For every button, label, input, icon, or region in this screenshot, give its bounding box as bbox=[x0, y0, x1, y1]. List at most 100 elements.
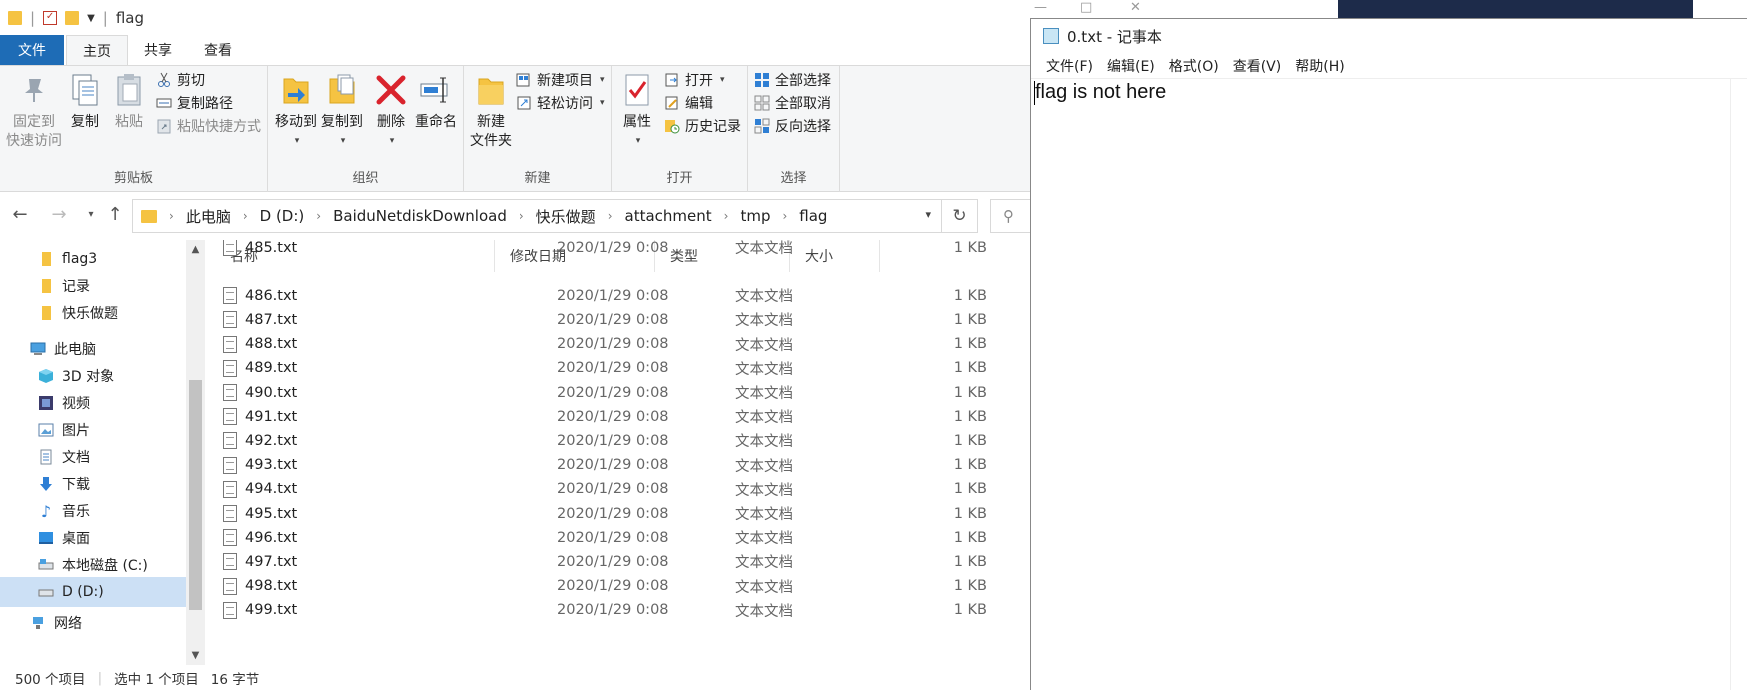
table-row[interactable]: 491.txt 2020/1/29 0:08 文本文档 1 KB bbox=[215, 403, 1030, 430]
nav-item-network[interactable]: 网络 bbox=[0, 612, 186, 634]
tab-view[interactable]: 查看 bbox=[188, 35, 248, 65]
nav-item-drive-d[interactable]: D (D:) bbox=[0, 577, 186, 607]
menu-help[interactable]: 帮助(H) bbox=[1288, 56, 1351, 76]
select-all-button[interactable]: 全部选择 bbox=[754, 70, 831, 90]
menu-format[interactable]: 格式(O) bbox=[1162, 56, 1226, 76]
scroll-up-icon[interactable]: ▲ bbox=[186, 244, 205, 255]
properties-button[interactable]: 属性 ▾ bbox=[616, 66, 658, 151]
copy-to-button[interactable]: 复制到 ▾ bbox=[318, 66, 366, 151]
delete-button[interactable]: 删除 ▾ bbox=[372, 66, 410, 151]
up-arrow-icon[interactable]: ↑ bbox=[104, 204, 126, 226]
table-row[interactable]: 489.txt 2020/1/29 0:08 文本文档 1 KB bbox=[215, 355, 1030, 382]
select-none-button[interactable]: 全部取消 bbox=[754, 93, 831, 113]
tab-home[interactable]: 主页 bbox=[66, 35, 128, 65]
selection-size: 16 字节 bbox=[210, 671, 260, 688]
nav-item-3d-objects[interactable]: 3D 对象 bbox=[0, 361, 186, 391]
breadcrumb-kuaile-zuoti[interactable]: 快乐做题 bbox=[530, 206, 602, 227]
properties-quick-icon[interactable]: ✓ bbox=[43, 11, 58, 25]
edit-button[interactable]: 编辑 bbox=[664, 93, 713, 113]
nav-item-downloads[interactable]: 下载 bbox=[0, 469, 186, 499]
nav-item-videos[interactable]: 视频 bbox=[0, 388, 186, 418]
address-bar[interactable]: › 此电脑 › D (D:) › BaiduNetdiskDownload › … bbox=[132, 199, 942, 233]
file-size: 1 KB bbox=[953, 408, 987, 425]
paste-button[interactable]: 粘贴 bbox=[108, 66, 150, 132]
pin-quick-access-button[interactable]: 固定到 快速访问 bbox=[4, 66, 64, 151]
chevron-right-icon[interactable]: › bbox=[310, 209, 327, 223]
menu-edit[interactable]: 编辑(E) bbox=[1100, 56, 1162, 76]
new-folder-button[interactable]: 新建 文件夹 bbox=[468, 66, 514, 151]
breadcrumb-tmp[interactable]: tmp bbox=[734, 207, 776, 225]
table-row[interactable]: 494.txt 2020/1/29 0:08 文本文档 1 KB bbox=[215, 476, 1030, 503]
recent-locations-icon[interactable]: ▾ bbox=[80, 204, 102, 226]
select-group: 全部选择 全部取消 反向选择 选择 bbox=[748, 66, 840, 192]
nav-item-local-disk-c[interactable]: 本地磁盘 (C:) bbox=[0, 550, 186, 580]
nav-item-kuaile-zuoti[interactable]: 快乐做题 bbox=[0, 298, 186, 328]
rename-button[interactable]: 重命名 bbox=[412, 66, 460, 132]
new-folder-quick-icon[interactable] bbox=[65, 11, 80, 25]
tab-file[interactable]: 文件 bbox=[0, 35, 64, 65]
menu-file[interactable]: 文件(F) bbox=[1039, 56, 1100, 76]
table-row[interactable]: 498.txt 2020/1/29 0:08 文本文档 1 KB bbox=[215, 573, 1030, 600]
breadcrumb-drive-d[interactable]: D (D:) bbox=[254, 207, 311, 225]
table-row[interactable]: 486.txt 2020/1/29 0:08 文本文档 1 KB bbox=[215, 282, 1030, 309]
chevron-right-icon[interactable]: › bbox=[718, 209, 735, 223]
new-item-button[interactable]: 新建项目 ▾ bbox=[516, 70, 605, 90]
paste-shortcut-button[interactable]: 粘贴快捷方式 bbox=[156, 116, 261, 136]
cut-button[interactable]: 剪切 bbox=[156, 70, 205, 90]
move-to-icon bbox=[279, 72, 313, 108]
table-row[interactable]: 492.txt 2020/1/29 0:08 文本文档 1 KB bbox=[215, 427, 1030, 454]
nav-item-this-pc[interactable]: 此电脑 bbox=[0, 334, 186, 364]
menu-view[interactable]: 查看(V) bbox=[1226, 56, 1289, 76]
notepad-text-area[interactable]: flag is not here bbox=[1035, 81, 1166, 104]
nav-item-flag3[interactable]: flag3 bbox=[0, 244, 186, 274]
file-size: 1 KB bbox=[953, 240, 987, 256]
navigation-pane-scrollbar[interactable]: ▲ ▼ bbox=[186, 240, 205, 665]
text-file-icon bbox=[223, 287, 237, 305]
table-row[interactable]: 497.txt 2020/1/29 0:08 文本文档 1 KB bbox=[215, 548, 1030, 575]
customize-toolbar-icon[interactable]: ▼ bbox=[87, 13, 95, 24]
table-row[interactable]: 487.txt 2020/1/29 0:08 文本文档 1 KB bbox=[215, 306, 1030, 333]
minimize-icon[interactable]: — bbox=[1034, 0, 1047, 15]
table-row[interactable]: 490.txt 2020/1/29 0:08 文本文档 1 KB bbox=[215, 379, 1030, 406]
maximize-icon[interactable]: □ bbox=[1080, 0, 1092, 15]
table-row[interactable]: 488.txt 2020/1/29 0:08 文本文档 1 KB bbox=[215, 331, 1030, 358]
breadcrumb-flag[interactable]: flag bbox=[793, 207, 833, 225]
tab-share[interactable]: 共享 bbox=[128, 35, 188, 65]
copy-path-button[interactable]: 复制路径 bbox=[156, 93, 233, 113]
open-group: 属性 ▾ 打开 ▾ 编辑 历史记录 打开 bbox=[612, 66, 748, 192]
easy-access-button[interactable]: 轻松访问 ▾ bbox=[516, 93, 605, 113]
chevron-right-icon[interactable]: › bbox=[163, 209, 180, 223]
forward-arrow-icon[interactable]: → bbox=[48, 204, 70, 226]
move-to-button[interactable]: 移动到 ▾ bbox=[272, 66, 320, 151]
chevron-right-icon[interactable]: › bbox=[776, 209, 793, 223]
notepad-scrollbar[interactable] bbox=[1730, 79, 1747, 690]
invert-selection-button[interactable]: 反向选择 bbox=[754, 116, 831, 136]
nav-item-records[interactable]: 记录 bbox=[0, 271, 186, 301]
copy-button[interactable]: 复制 bbox=[64, 66, 106, 132]
chevron-right-icon[interactable]: › bbox=[237, 209, 254, 223]
table-row[interactable]: 495.txt 2020/1/29 0:08 文本文档 1 KB bbox=[215, 500, 1030, 527]
notepad-titlebar: 0.txt - 记事本 bbox=[1031, 19, 1747, 53]
breadcrumb-this-pc[interactable]: 此电脑 bbox=[180, 206, 237, 227]
breadcrumb-attachment[interactable]: attachment bbox=[619, 207, 718, 225]
nav-item-documents[interactable]: 文档 bbox=[0, 442, 186, 472]
table-row[interactable]: 496.txt 2020/1/29 0:08 文本文档 1 KB bbox=[215, 524, 1030, 551]
close-icon[interactable]: ✕ bbox=[1130, 0, 1141, 15]
scrollbar-thumb[interactable] bbox=[189, 380, 202, 610]
open-button[interactable]: 打开 ▾ bbox=[664, 70, 725, 90]
history-button[interactable]: 历史记录 bbox=[664, 116, 741, 136]
nav-item-pictures[interactable]: 图片 bbox=[0, 415, 186, 445]
breadcrumb-baidunetdiskdownload[interactable]: BaiduNetdiskDownload bbox=[327, 207, 513, 225]
table-row[interactable]: 493.txt 2020/1/29 0:08 文本文档 1 KB bbox=[215, 452, 1030, 479]
table-row[interactable]: 499.txt 2020/1/29 0:08 文本文档 1 KB bbox=[215, 597, 1030, 624]
chevron-right-icon[interactable]: › bbox=[602, 209, 619, 223]
nav-item-desktop[interactable]: 桌面 bbox=[0, 523, 186, 553]
refresh-icon[interactable]: ↻ bbox=[942, 199, 978, 233]
back-arrow-icon[interactable]: ← bbox=[9, 204, 31, 226]
file-date: 2020/1/29 0:08 bbox=[557, 578, 669, 595]
chevron-right-icon[interactable]: › bbox=[513, 209, 530, 223]
scroll-down-icon[interactable]: ▼ bbox=[186, 650, 205, 661]
nav-item-music[interactable]: ♪ 音乐 bbox=[0, 496, 186, 526]
chevron-down-icon[interactable]: ▾ bbox=[925, 208, 931, 221]
table-row[interactable]: 485.txt 2020/1/29 0:08 文本文档 1 KB bbox=[215, 240, 1030, 261]
